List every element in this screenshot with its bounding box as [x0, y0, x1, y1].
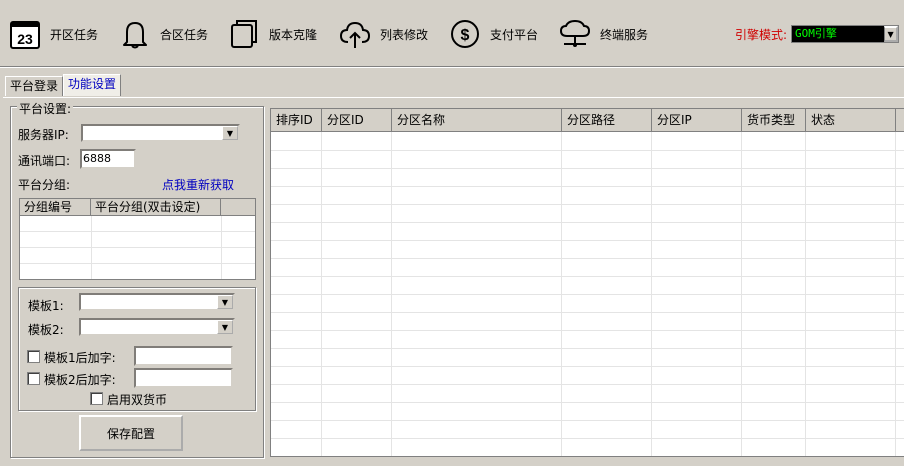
network-icon [558, 17, 592, 51]
open-server-task-label: 开区任务 [50, 27, 99, 42]
bell-icon [118, 17, 152, 51]
engine-mode: 引擎模式: GOM引擎 ▼ [735, 25, 900, 43]
refresh-groups-link[interactable]: 点我重新获取 [162, 176, 234, 193]
chevron-down-icon[interactable]: ▼ [222, 126, 238, 140]
grid-line [271, 402, 904, 403]
server-list-body [271, 132, 904, 456]
grid-line [271, 330, 904, 331]
column-header-filler [896, 109, 904, 131]
suffix2-label: 模板2后加字: [44, 373, 116, 387]
list-edit-button[interactable]: 列表修改 [338, 14, 428, 54]
tab-bar: 平台登录 功能设置 [5, 74, 122, 96]
server-list-header: 排序ID 分区ID 分区名称 分区路径 分区IP 货币类型 状态 [271, 109, 904, 132]
grid-line [271, 222, 904, 223]
suffix1-checkbox[interactable] [27, 350, 40, 363]
column-header-zone-id[interactable]: 分区ID [322, 109, 392, 131]
open-server-task-button[interactable]: 23 开区任务 [8, 14, 98, 54]
calendar-icon: 23 [8, 17, 42, 51]
calendar-icon-text: 23 [17, 31, 33, 47]
suffix1-label: 模板1后加字: [44, 351, 116, 365]
server-ip-label: 服务器IP: [18, 128, 69, 142]
engine-mode-value: GOM引擎 [795, 27, 837, 40]
template1-label: 模板1: [28, 299, 64, 313]
column-header-group-id[interactable]: 分组编号 [20, 199, 91, 215]
grid-line [271, 258, 904, 259]
grid-line [271, 312, 904, 313]
suffix2-checkbox[interactable] [27, 372, 40, 385]
column-header-status[interactable]: 状态 [806, 109, 896, 131]
tab-platform-login[interactable]: 平台登录 [5, 76, 64, 96]
dollar-icon-text: $ [461, 27, 470, 44]
server-list-table[interactable]: 排序ID 分区ID 分区名称 分区路径 分区IP 货币类型 状态 [270, 108, 904, 457]
column-header-sort-id[interactable]: 排序ID [271, 109, 322, 131]
dual-currency-label: 启用双货币 [107, 393, 168, 407]
chevron-down-icon[interactable]: ▼ [217, 295, 233, 309]
grid-line [271, 276, 904, 277]
column-header-zone-name[interactable]: 分区名称 [392, 109, 562, 131]
version-clone-label: 版本克隆 [269, 27, 318, 42]
engine-mode-label: 引擎模式: [735, 27, 788, 42]
copy-icon [227, 17, 261, 51]
payment-platform-label: 支付平台 [490, 27, 539, 42]
grid-line [271, 240, 904, 241]
column-header-zone-path[interactable]: 分区路径 [562, 109, 652, 131]
column-header-zone-ip[interactable]: 分区IP [652, 109, 742, 131]
payment-platform-button[interactable]: $ 支付平台 [448, 14, 538, 54]
platform-settings-legend: 平台设置: [17, 100, 74, 117]
dual-currency-checkbox[interactable] [90, 392, 103, 405]
grid-line [271, 294, 904, 295]
grid-line [271, 204, 904, 205]
suffix2-input[interactable] [134, 368, 233, 388]
grid-line [271, 168, 904, 169]
merge-server-task-label: 合区任务 [160, 27, 209, 42]
grid-line [271, 186, 904, 187]
grid-line [271, 384, 904, 385]
terminal-service-label: 终端服务 [600, 27, 649, 42]
server-ip-select[interactable]: ▼ [81, 124, 240, 142]
column-header-filler [221, 199, 253, 215]
column-header-currency-type[interactable]: 货币类型 [742, 109, 806, 131]
template1-select[interactable]: ▼ [79, 293, 235, 311]
merge-server-task-button[interactable]: 合区任务 [118, 14, 208, 54]
list-edit-label: 列表修改 [380, 27, 429, 42]
grid-line [20, 231, 255, 232]
tab-function-settings[interactable]: 功能设置 [63, 74, 122, 96]
platform-group-label: 平台分组: [18, 178, 71, 192]
template2-label: 模板2: [28, 323, 64, 337]
toolbar-divider [0, 66, 904, 68]
toolbar: 23 开区任务 合区任务 版本克隆 列表修改 $ 支付平台 终端服务 引擎模式:… [0, 0, 904, 66]
platform-group-table[interactable]: 分组编号 平台分组(双击设定) [19, 198, 256, 280]
terminal-service-button[interactable]: 终端服务 [558, 14, 648, 54]
grid-line [271, 348, 904, 349]
grid-line [20, 263, 255, 264]
platform-group-table-header: 分组编号 平台分组(双击设定) [20, 199, 255, 216]
save-config-button[interactable]: 保存配置 [79, 415, 183, 451]
grid-line [271, 150, 904, 151]
column-header-platform-group[interactable]: 平台分组(双击设定) [91, 199, 221, 215]
grid-line [271, 438, 904, 439]
port-label: 通讯端口: [18, 154, 71, 168]
template2-select[interactable]: ▼ [79, 318, 235, 336]
port-input[interactable]: 6888 [80, 149, 136, 169]
engine-mode-select[interactable]: GOM引擎 ▼ [791, 25, 900, 43]
grid-line [271, 420, 904, 421]
chevron-down-icon[interactable]: ▼ [217, 320, 233, 334]
suffix1-input[interactable] [134, 346, 233, 366]
dollar-icon: $ [448, 17, 482, 51]
grid-line [20, 247, 255, 248]
version-clone-button[interactable]: 版本克隆 [227, 14, 317, 54]
grid-line [271, 366, 904, 367]
cloud-upload-icon [338, 17, 372, 51]
chevron-down-icon[interactable]: ▼ [884, 26, 899, 42]
